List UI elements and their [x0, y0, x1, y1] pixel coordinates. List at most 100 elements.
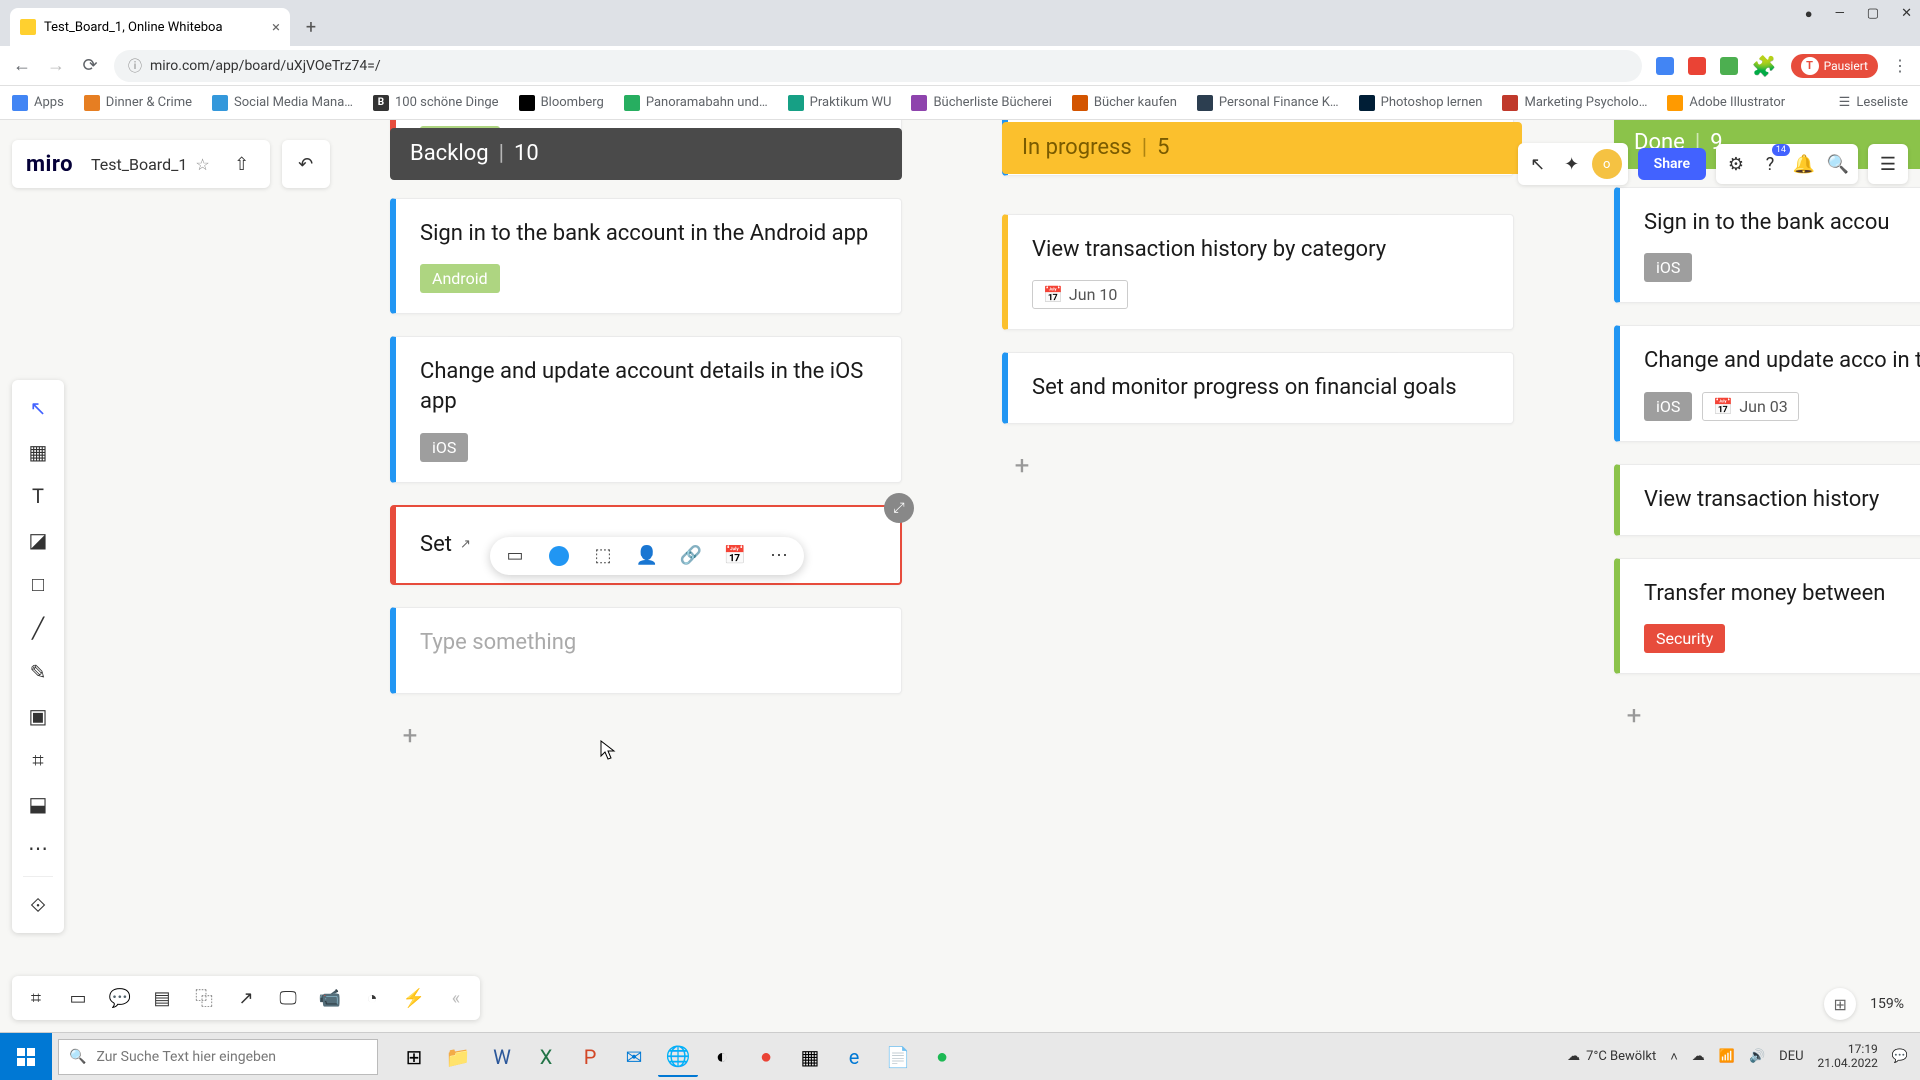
card-transfer-money[interactable]: Transfer money between Security — [1614, 558, 1920, 675]
language-indicator[interactable]: DEU — [1779, 1049, 1803, 1064]
card-signin-android[interactable]: Sign in to the bank account in the Andro… — [390, 198, 902, 315]
extensions-puzzle-icon[interactable]: 🧩 — [1752, 54, 1777, 78]
bookmark-item[interactable]: Praktikum WU — [788, 95, 892, 111]
card-change-ios-done[interactable]: Change and update acco in the iOS app iO… — [1614, 325, 1920, 442]
card-selected-set[interactable]: ⤢ Set ↗ ▭ ⬚ 👤 🔗 📅 ⋯ — [390, 505, 902, 585]
tag-ios[interactable]: iOS — [1644, 253, 1692, 282]
back-icon[interactable]: ← — [12, 55, 32, 76]
close-icon[interactable]: ✕ — [1901, 6, 1912, 22]
notifications-icon[interactable]: 💬 — [1892, 1049, 1908, 1064]
add-card-button[interactable]: + — [1002, 446, 1042, 486]
link-icon[interactable]: 🔗 — [678, 543, 704, 569]
onedrive-icon[interactable]: ☁ — [1692, 1049, 1705, 1064]
minimize-icon[interactable]: — — [1835, 6, 1845, 22]
windows-search[interactable]: 🔍 Zur Suche Text hier eingeben — [58, 1039, 378, 1075]
date-chip[interactable]: 📅 Jun 10 — [1032, 280, 1128, 309]
presence-avatar[interactable]: o — [1592, 149, 1622, 179]
bolt-icon[interactable]: ⚡ — [398, 982, 430, 1014]
app-icon[interactable]: ● — [746, 1037, 786, 1077]
share-button[interactable]: Share — [1638, 148, 1706, 180]
new-tab-button[interactable]: + — [296, 12, 326, 42]
timer-icon[interactable]: ◔ — [356, 982, 388, 1014]
export2-icon[interactable]: ↗ — [230, 982, 262, 1014]
bookmark-item[interactable]: B100 schöne Dinge — [373, 95, 499, 111]
chrome-icon[interactable]: 🌐 — [658, 1037, 698, 1077]
apps-tool[interactable]: ⟐ — [18, 885, 58, 925]
activity-icon[interactable]: ☰ — [1874, 150, 1902, 178]
zoom-level[interactable]: 159% — [1870, 996, 1904, 1012]
ext-icon-2[interactable] — [1688, 57, 1706, 75]
star-icon[interactable]: ☆ — [195, 155, 209, 174]
add-card-button[interactable]: + — [390, 716, 430, 756]
text-tool[interactable]: T — [18, 476, 58, 516]
tag-security[interactable]: Security — [1644, 624, 1725, 653]
profile-chip[interactable]: T Pausiert — [1791, 54, 1878, 78]
canvas[interactable]: Download Android app Android Backlog|10 … — [0, 120, 1920, 1032]
search-icon[interactable]: 🔍 — [1824, 150, 1852, 178]
expand-card-icon[interactable]: ⤢ — [884, 493, 914, 523]
cards-icon[interactable]: ▤ — [146, 982, 178, 1014]
grid-tool[interactable]: ⌗ — [18, 740, 58, 780]
forward-icon[interactable]: → — [46, 55, 66, 76]
maximize-icon[interactable]: ▢ — [1867, 6, 1879, 22]
record-icon[interactable]: 📹 — [314, 982, 346, 1014]
comments-icon[interactable]: 💬 — [104, 982, 136, 1014]
tray-chevron-icon[interactable]: ˄ — [1670, 1049, 1678, 1065]
tag-android[interactable]: Android — [420, 264, 500, 293]
bookmark-item[interactable]: Bloomberg — [519, 95, 604, 111]
start-button[interactable] — [0, 1033, 52, 1080]
app-icon[interactable]: ▦ — [790, 1037, 830, 1077]
miro-canvas-area[interactable]: miro Test_Board_1 ☆ ⇧ ↶ ↖ ✦ o Share ⚙ ? — [0, 120, 1920, 1032]
edge-icon[interactable]: e — [834, 1037, 874, 1077]
wifi-icon[interactable]: 📶 — [1719, 1049, 1735, 1064]
url-input[interactable]: ⓘ miro.com/app/board/uXjVOeTrz74=/ — [114, 50, 1642, 82]
card-view-history-done[interactable]: View transaction history — [1614, 464, 1920, 536]
word-icon[interactable]: W — [482, 1037, 522, 1077]
map-icon[interactable]: ⊞ — [1824, 988, 1856, 1020]
reading-list[interactable]: ☰Leseliste — [1839, 95, 1908, 110]
reactions-icon[interactable]: ✦ — [1558, 150, 1586, 178]
date-icon[interactable]: 📅 — [722, 543, 748, 569]
present-icon[interactable]: ▭ — [62, 982, 94, 1014]
templates-tool[interactable]: ▦ — [18, 432, 58, 472]
weather-widget[interactable]: ☁ 7°C Bewölkt — [1567, 1049, 1656, 1064]
tag-ios[interactable]: iOS — [1644, 392, 1692, 421]
browser-tab[interactable]: Test_Board_1, Online Whiteboa × — [10, 8, 290, 46]
bookmark-item[interactable]: Personal Finance K… — [1197, 95, 1339, 111]
cursor-icon[interactable]: ↖ — [1524, 150, 1552, 178]
collapse-bottom-icon[interactable]: « — [440, 982, 472, 1014]
inprogress-header[interactable]: In progress|5 — [1002, 122, 1522, 174]
comment-tool[interactable]: ⬓ — [18, 784, 58, 824]
notepad-icon[interactable]: 📄 — [878, 1037, 918, 1077]
task-view-icon[interactable]: ⊞ — [394, 1037, 434, 1077]
bookmark-apps[interactable]: Apps — [12, 95, 64, 111]
assignee-icon[interactable]: 👤 — [634, 543, 660, 569]
settings-dot-icon[interactable]: ● — [1805, 6, 1813, 22]
card-placeholder[interactable]: Type something — [420, 628, 877, 658]
card-title[interactable]: Set — [420, 532, 452, 557]
tag-ios[interactable]: iOS — [420, 433, 468, 462]
powerpoint-icon[interactable]: P — [570, 1037, 610, 1077]
reload-icon[interactable]: ⟳ — [80, 55, 100, 76]
tag-icon[interactable]: ⬚ — [590, 543, 616, 569]
explorer-icon[interactable]: 📁 — [438, 1037, 478, 1077]
embed-icon[interactable]: ⿻ — [188, 982, 220, 1014]
card-transaction-history[interactable]: View transaction history by category 📅 J… — [1002, 214, 1514, 331]
bookmark-item[interactable]: Social Media Mana… — [212, 95, 353, 111]
bookmark-item[interactable]: Marketing Psycholo… — [1502, 95, 1647, 111]
color-picker[interactable] — [546, 543, 572, 569]
ext-icon-3[interactable] — [1720, 57, 1738, 75]
more-icon[interactable]: ⋯ — [766, 543, 792, 569]
close-tab-icon[interactable]: × — [272, 18, 280, 36]
ext-icon-1[interactable] — [1656, 57, 1674, 75]
bookmark-item[interactable]: Dinner & Crime — [84, 95, 192, 111]
pen-tool[interactable]: ✎ — [18, 652, 58, 692]
site-info-icon[interactable]: ⓘ — [128, 56, 142, 76]
bookmark-item[interactable]: Panoramabahn und… — [624, 95, 768, 111]
volume-icon[interactable]: 🔊 — [1749, 1049, 1765, 1064]
frame-tool[interactable]: ▣ — [18, 696, 58, 736]
excel-icon[interactable]: X — [526, 1037, 566, 1077]
export-icon[interactable]: ⇧ — [228, 150, 256, 178]
board-name[interactable]: Test_Board_1 ☆ — [91, 155, 210, 174]
bookmark-item[interactable]: Photoshop lernen — [1359, 95, 1483, 111]
